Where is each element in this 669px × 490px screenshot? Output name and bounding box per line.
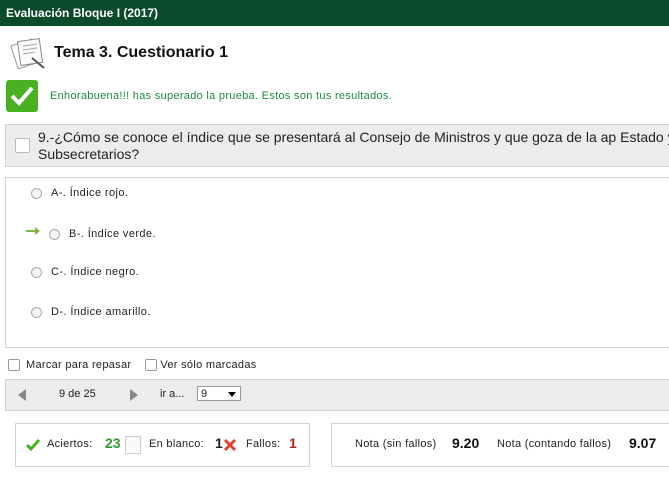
score-counts: Aciertos: 23 En blanco: 1 Fallos: 1 <box>15 423 310 467</box>
score-grades: Nota (sin fallos) 9.20 Nota (contando fa… <box>331 423 669 467</box>
goto-select-value: 9 <box>201 388 208 400</box>
answer-label: A-. Índice rojo. <box>51 187 129 199</box>
answer-label: B-. Índice verde. <box>69 228 156 240</box>
show-marked-checkbox[interactable] <box>145 359 158 371</box>
chevron-down-icon <box>228 392 236 397</box>
answer-option-b[interactable]: B-. Índice verde. <box>49 224 156 244</box>
blanco-label: En blanco: <box>149 438 204 450</box>
answer-option-a[interactable]: A-. Índice rojo. <box>31 183 128 203</box>
question-position: 9 de 25 <box>59 388 96 400</box>
nota-sin-fallos-value: 9.20 <box>452 435 480 451</box>
cross-icon <box>223 438 237 452</box>
fallos-label: Fallos: <box>246 438 281 450</box>
answer-radio[interactable] <box>49 228 60 240</box>
show-marked-label[interactable]: Ver sólo marcadas <box>160 359 256 371</box>
aciertos-label: Aciertos: <box>47 438 93 450</box>
result-message: Enhorabuena!!! has superado la prueba. E… <box>50 90 393 102</box>
blanco-value: 1 <box>215 435 223 451</box>
result-banner: Enhorabuena!!! has superado la prueba. E… <box>6 80 392 112</box>
answer-radio[interactable] <box>31 306 42 318</box>
aciertos-value: 23 <box>105 435 121 451</box>
answer-label: D-. Índice amarillo. <box>51 306 151 318</box>
quiz-icon <box>10 38 45 70</box>
mark-review-label[interactable]: Marcar para repasar <box>26 359 131 371</box>
checkmark-icon <box>6 80 38 112</box>
answer-radio[interactable] <box>31 187 42 199</box>
blank-icon <box>125 436 141 454</box>
mark-review-checkbox[interactable] <box>8 359 20 371</box>
goto-label: ir a... <box>160 388 185 400</box>
correct-arrow-icon <box>26 227 40 235</box>
nota-sin-fallos-label: Nota (sin fallos) <box>355 438 437 450</box>
question-text: 9.-¿Cómo se conoce el índice que se pres… <box>38 129 669 162</box>
question-navigation: 9 de 25 ir a... 9 <box>5 379 669 411</box>
checkmark-icon <box>26 439 40 451</box>
nota-contando-fallos-label: Nota (contando fallos) <box>497 438 612 450</box>
goto-select[interactable]: 9 <box>197 386 241 401</box>
page-title: Tema 3. Cuestionario 1 <box>54 44 228 61</box>
review-options: Marcar para repasar Ver sólo marcadas <box>8 359 257 371</box>
answer-radio[interactable] <box>31 266 42 278</box>
answer-label: C-. Índice negro. <box>51 266 140 278</box>
nota-contando-fallos-value: 9.07 <box>629 435 657 451</box>
window-title-bar: Evaluación Bloque I (2017) <box>0 0 669 26</box>
page-header: Tema 3. Cuestionario 1 <box>10 36 228 70</box>
prev-arrow-icon[interactable] <box>18 389 26 401</box>
fallos-value: 1 <box>289 435 297 451</box>
answer-option-c[interactable]: C-. Índice negro. <box>31 262 139 282</box>
next-arrow-icon[interactable] <box>130 389 138 401</box>
question-header: 9.-¿Cómo se conoce el índice que se pres… <box>5 124 669 167</box>
question-mark-checkbox[interactable] <box>15 138 30 153</box>
window-title: Evaluación Bloque I (2017) <box>6 6 159 20</box>
answer-option-d[interactable]: D-. Índice amarillo. <box>31 302 151 322</box>
answer-list: A-. Índice rojo. B-. Índice verde. C-. Í… <box>5 177 669 348</box>
